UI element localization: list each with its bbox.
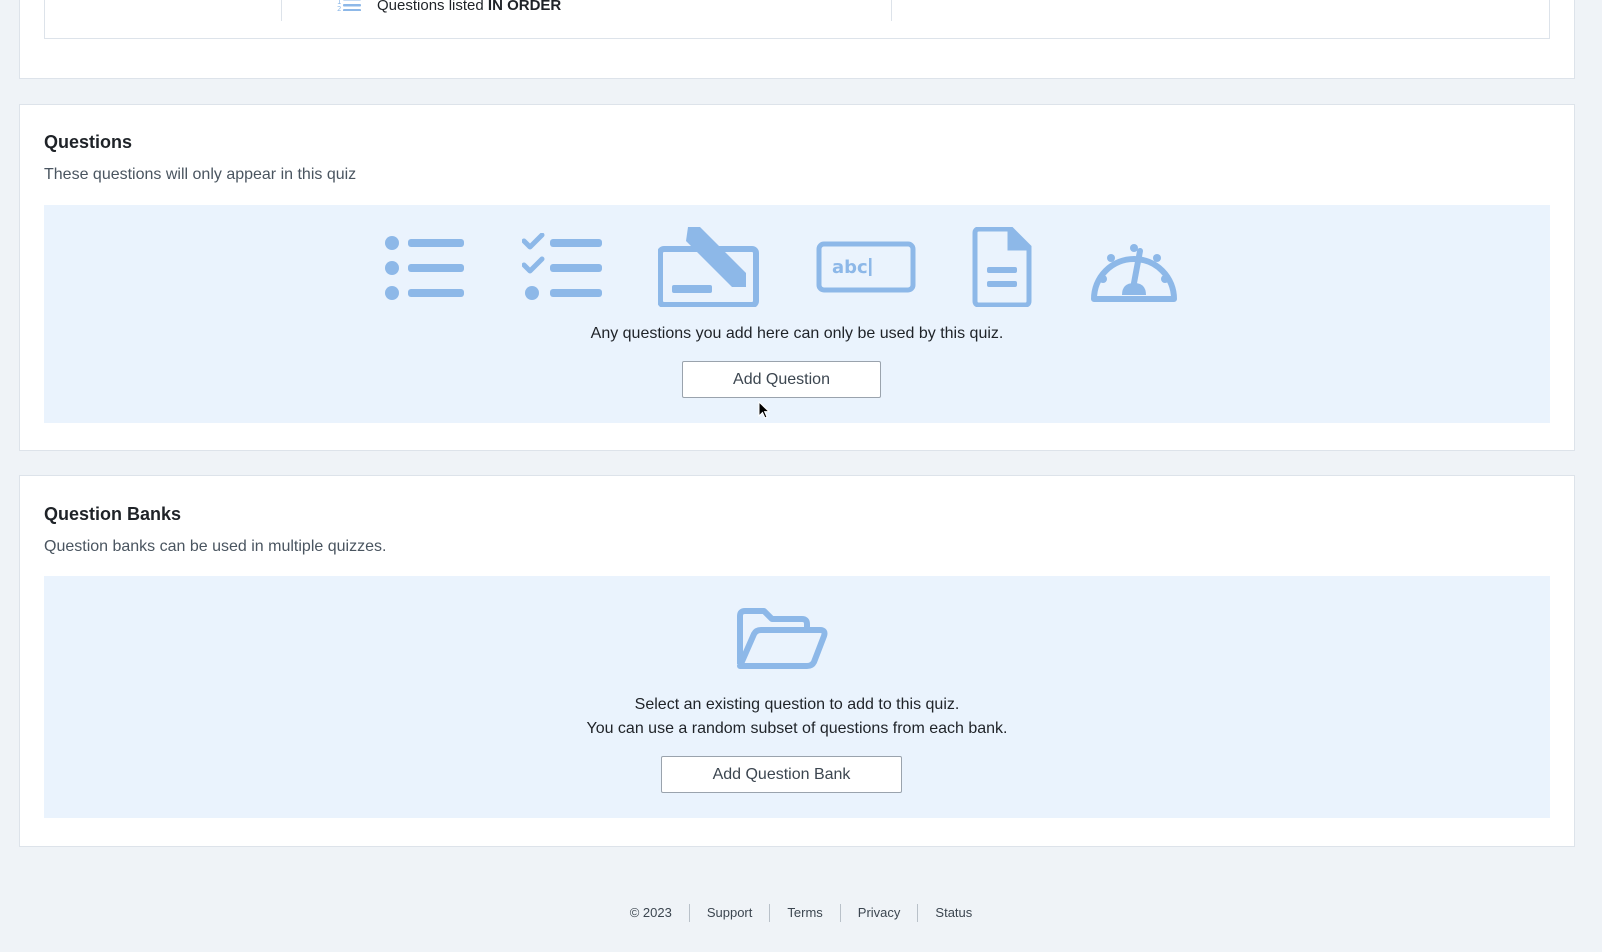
question-order-label: Questions listed (377, 0, 484, 14)
questions-card: Questions These questions will only appe… (19, 104, 1575, 451)
question-banks-message-line2: You can use a random subset of questions… (586, 720, 1008, 737)
footer-link-terms[interactable]: Terms (770, 904, 839, 922)
questions-title: Questions (44, 132, 133, 152)
quiz-settings-card: 1 2 Questions listed IN ORDER (19, 0, 1575, 79)
footer-copyright: © 2023 (629, 905, 672, 920)
add-question-button[interactable]: Add Question (682, 361, 881, 398)
document-icon (972, 227, 1032, 307)
question-order-value: IN ORDER (487, 0, 562, 14)
column-divider (281, 0, 282, 21)
essay-icon (658, 227, 759, 307)
questions-empty-panel: abc Any questions you add here can only … (44, 205, 1550, 423)
folder-open-icon (737, 608, 828, 669)
add-question-bank-button[interactable]: Add Question Bank (661, 756, 902, 793)
question-banks-title: Question Banks (44, 504, 182, 524)
question-order-row: 1 2 Questions listed IN ORDER (337, 0, 561, 15)
mouse-cursor-icon (758, 401, 771, 419)
questions-empty-message: Any questions you add here can only be u… (590, 325, 1004, 342)
quiz-editor-page: 1 2 Questions listed IN ORDER Questions … (0, 0, 1602, 952)
question-banks-empty-panel: Select an existing question to add to th… (44, 576, 1550, 818)
page-footer: © 2023 Support Terms Privacy Status (0, 904, 1602, 922)
question-banks-message-line1: Select an existing question to add to th… (634, 696, 960, 713)
checklist-icon (522, 233, 602, 300)
text-input-icon: abc (816, 241, 916, 293)
footer-link-status[interactable]: Status (918, 904, 989, 922)
question-banks-subtitle: Question banks can be used in multiple q… (44, 538, 387, 555)
question-type-icons: abc (44, 227, 1550, 309)
questions-subtitle: These questions will only appear in this… (44, 166, 357, 183)
quiz-settings-table: 1 2 Questions listed IN ORDER (44, 0, 1550, 39)
question-banks-card: Question Banks Question banks can be use… (19, 475, 1575, 847)
footer-link-support[interactable]: Support (690, 904, 770, 922)
svg-text:abc: abc (832, 257, 868, 278)
bullet-list-icon (385, 236, 464, 300)
footer-link-privacy[interactable]: Privacy (841, 904, 918, 922)
svg-text:2: 2 (337, 5, 341, 11)
gauge-icon (1091, 244, 1177, 302)
ordered-list-icon: 1 2 (337, 0, 363, 15)
column-divider (891, 0, 892, 21)
